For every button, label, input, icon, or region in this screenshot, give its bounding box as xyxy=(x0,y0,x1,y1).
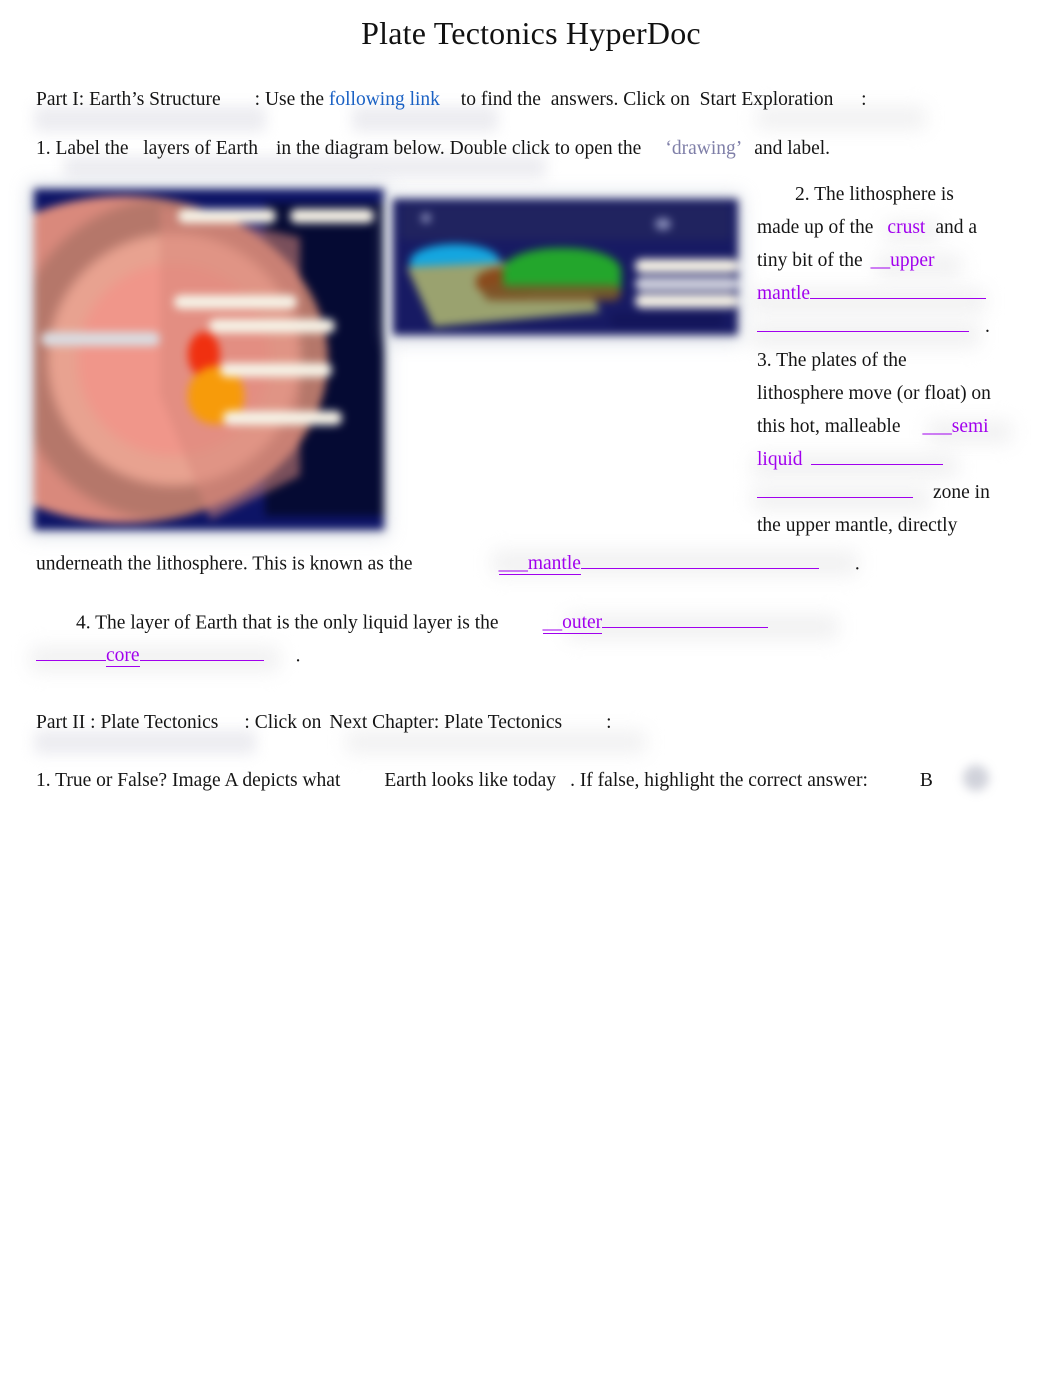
q4-blank-line xyxy=(139,641,264,662)
following-link[interactable]: following link xyxy=(329,89,440,110)
q4-answer-core: core xyxy=(106,645,140,668)
question-3-continuation: underneath the lithosphere. This is know… xyxy=(36,549,860,578)
document-page: Plate Tectonics HyperDoc Part I: Earth’s… xyxy=(0,0,1062,1377)
q2-line2-b: and a xyxy=(935,217,978,238)
terrain-diagram-header-panel xyxy=(399,204,732,240)
terrain-label-box xyxy=(634,258,738,273)
q3-answer-semi: ___semi xyxy=(922,416,989,437)
part1-instruction-b: to find the answers. Click on xyxy=(455,89,695,110)
earth-label-box xyxy=(97,332,160,347)
drawing-link[interactable]: ‘drawing’ xyxy=(665,138,742,159)
q5-answer-b: B xyxy=(919,770,933,791)
question-4-line1: 4. The layer of Earth that is the only l… xyxy=(76,608,769,637)
q5-text-a: 1. True or False? Image A depicts what xyxy=(36,770,341,791)
q2-answer-upper: __upper xyxy=(870,250,935,271)
q2-line2-a: made up of the xyxy=(757,217,874,238)
q2-period: . xyxy=(985,316,990,337)
q2-answer-crust: crust xyxy=(887,217,926,238)
q3-answer-mantle2: ___mantle xyxy=(498,553,581,576)
q2-line1: 2. The lithosphere is xyxy=(795,184,954,205)
q3-line1: 3. The plates of the xyxy=(757,350,907,371)
q4-blank-line xyxy=(602,608,769,629)
earth-label-box xyxy=(223,410,342,425)
q2-answer-mantle: mantle xyxy=(757,283,811,304)
q5-text-b: . If false, highlight the correct answer… xyxy=(570,770,868,791)
part2-instruction-a: : Click on xyxy=(244,712,322,733)
part2-line: Part II : Plate Tectonics : Click on Next … xyxy=(36,709,612,737)
question-3: 3. The plates of the lithosphere move (o… xyxy=(757,344,1057,542)
q3-line3-a: this hot, malleable xyxy=(757,416,901,437)
earth-label-box xyxy=(177,209,276,224)
q1-text-a: 1. Label the layers of Earth xyxy=(36,138,258,159)
question-2: 2. The lithosphere is made up of the crus… xyxy=(757,178,1057,343)
q3-blank-line xyxy=(757,478,913,498)
part1-instruction-c: : xyxy=(856,89,867,110)
earth-label-box xyxy=(219,362,332,377)
part2-heading: Part II : Plate Tectonics xyxy=(36,712,219,733)
q3-period: . xyxy=(854,553,860,575)
q3-line5: the upper mantle, directly xyxy=(757,515,958,536)
earth-layers-diagram[interactable] xyxy=(34,189,384,530)
start-exploration-label[interactable]: Start Exploration xyxy=(695,89,839,110)
q4-period: . xyxy=(295,645,301,667)
earth-label-box xyxy=(174,294,297,309)
page-title: Plate Tectonics HyperDoc xyxy=(361,15,701,51)
terrain-label-box xyxy=(634,276,738,291)
q3-line2: lithosphere move (or float) on xyxy=(757,383,991,404)
question-4-line2: core. xyxy=(36,641,300,670)
q1-text-b: in the diagram below. Double click to op… xyxy=(276,138,642,159)
part1-instruction-a: : Use the xyxy=(254,89,329,110)
terrain-crust-band xyxy=(482,284,621,301)
q3-blank-line xyxy=(810,445,943,465)
q4-answer-outer: __outer xyxy=(542,612,603,635)
q3-line6: underneath the lithosphere. This is know… xyxy=(36,553,413,575)
q3-blank-line xyxy=(580,549,819,570)
q4-blank-line xyxy=(36,641,106,662)
earth-label-box xyxy=(209,318,335,333)
terrain-cross-section-diagram[interactable] xyxy=(393,199,738,335)
redacted-marker-icon xyxy=(963,765,989,791)
q5-highlight-phrase: Earth looks like today xyxy=(384,770,557,791)
terrain-label-box xyxy=(634,294,738,309)
part2-instruction-b: : xyxy=(606,712,612,733)
part1-heading: Part I: Earth’s Structure xyxy=(36,89,221,110)
earth-label-box xyxy=(289,209,374,224)
q3-answer-liquid: liquid xyxy=(757,449,803,470)
q4-text: 4. The layer of Earth that is the only l… xyxy=(76,612,499,634)
part1-line: Part I: Earth’s Structure : Use the follo… xyxy=(36,86,867,114)
q3-line4-b: zone in xyxy=(933,482,990,503)
terrain-dot xyxy=(420,212,431,223)
terrain-label-box xyxy=(610,313,725,328)
q1-line: 1. Label the layers of Earth in the diagr… xyxy=(36,135,830,163)
next-chapter-label[interactable]: Next Chapter: Plate Tectonics xyxy=(329,712,562,733)
q2-blank-line xyxy=(757,312,969,332)
q2-line3-a: tiny bit of the xyxy=(757,250,863,271)
question-5-line: 1. True or False? Image A depicts what Ea… xyxy=(36,767,933,795)
q2-blank-line xyxy=(810,279,987,299)
q1-text-c: and label. xyxy=(754,138,831,159)
